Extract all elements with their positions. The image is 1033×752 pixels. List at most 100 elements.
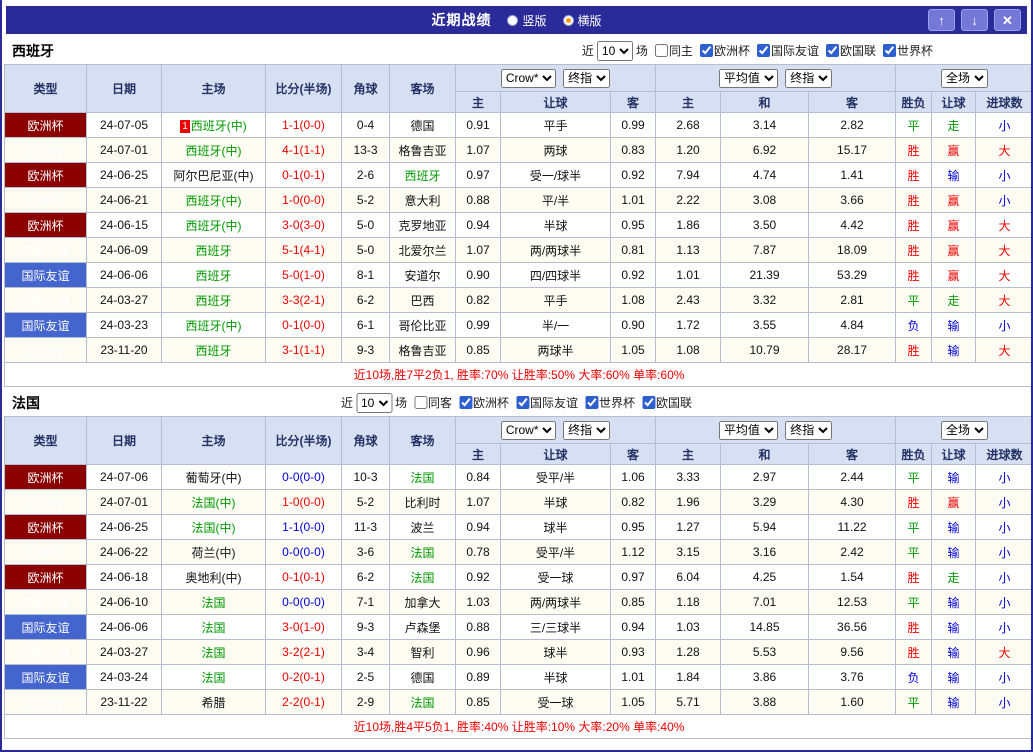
- away-team[interactable]: 格鲁吉亚: [398, 144, 446, 158]
- sub-col-euro-away: 客: [808, 443, 897, 465]
- let-result-cell: 输: [931, 664, 977, 690]
- league-input-1[interactable]: [516, 396, 530, 409]
- away-team[interactable]: 加拿大: [404, 596, 440, 610]
- league-checkbox-2[interactable]: 世界杯: [585, 394, 635, 411]
- away-team[interactable]: 波兰: [410, 521, 434, 535]
- home-team[interactable]: 法国: [201, 596, 225, 610]
- away-team[interactable]: 德国: [410, 119, 434, 133]
- home-team[interactable]: 法国(中): [192, 496, 236, 510]
- league-checkbox-0[interactable]: 欧洲杯: [458, 394, 509, 411]
- euro-draw-odds-cell: 7.87: [720, 237, 810, 263]
- away-team[interactable]: 哥伦比亚: [398, 319, 446, 333]
- score-cell: 1-0(0-0): [265, 187, 342, 213]
- away-team[interactable]: 格鲁吉亚: [398, 344, 446, 358]
- league-checkbox-0[interactable]: 欧洲杯: [699, 42, 750, 59]
- league-input-2[interactable]: [585, 396, 599, 409]
- euro-odds-source-select[interactable]: 平均值: [718, 420, 778, 440]
- same-venue-input[interactable]: [413, 396, 427, 409]
- league-input-3[interactable]: [642, 396, 656, 409]
- away-team[interactable]: 西班牙: [404, 169, 440, 183]
- away-team[interactable]: 智利: [410, 646, 434, 660]
- euro-draw-odds-cell: 3.86: [720, 664, 810, 690]
- scope-select[interactable]: 全场: [941, 68, 989, 88]
- home-team[interactable]: 西班牙(中): [186, 219, 242, 233]
- layout-vertical-radio[interactable]: 竖版: [507, 12, 547, 29]
- league-checkbox-1[interactable]: 国际友谊: [756, 42, 819, 59]
- scope-select[interactable]: 全场: [941, 420, 989, 440]
- league-input-2[interactable]: [825, 44, 839, 57]
- result-cell: 负: [895, 664, 933, 690]
- asia-odds-source-select[interactable]: Crow*: [500, 68, 556, 88]
- home-team[interactable]: 希腊: [201, 696, 225, 710]
- away-team[interactable]: 法国: [410, 546, 434, 560]
- league-checkbox-1[interactable]: 国际友谊: [516, 394, 578, 411]
- away-team[interactable]: 卢森堡: [404, 621, 440, 635]
- scroll-down-button[interactable]: ↓: [961, 9, 988, 31]
- league-checkbox-3[interactable]: 世界杯: [882, 42, 933, 59]
- league-input-0[interactable]: [458, 396, 472, 409]
- home-team[interactable]: 法国: [201, 621, 225, 635]
- euro-odds-time-select[interactable]: 终指: [785, 68, 833, 88]
- league-input-1[interactable]: [756, 44, 770, 57]
- home-team[interactable]: 葡萄牙(中): [186, 471, 242, 485]
- league-input-0[interactable]: [699, 44, 713, 57]
- asia-odds-time-select[interactable]: 终指: [563, 68, 611, 88]
- games-label: 场: [635, 44, 648, 58]
- away-team[interactable]: 法国: [410, 571, 434, 585]
- away-team[interactable]: 北爱尔兰: [398, 244, 446, 258]
- away-team[interactable]: 意大利: [404, 194, 440, 208]
- score-text: 1-1(0-0): [282, 520, 325, 534]
- sub-col-handicap: 让球: [500, 443, 611, 465]
- goals-text: 大: [998, 143, 1011, 158]
- asia-odds-source-select[interactable]: Crow*: [500, 420, 556, 440]
- home-team[interactable]: 西班牙: [195, 269, 231, 283]
- match-count-select[interactable]: 10: [596, 40, 633, 61]
- league-input-3[interactable]: [882, 44, 896, 57]
- scroll-up-button[interactable]: ↑: [928, 9, 955, 31]
- home-team[interactable]: 西班牙: [195, 344, 231, 358]
- away-team[interactable]: 法国: [410, 471, 434, 485]
- asia-odds-time-select[interactable]: 终指: [563, 420, 611, 440]
- league-checkbox-3[interactable]: 欧国联: [642, 394, 692, 411]
- same-venue-checkbox[interactable]: 同主: [654, 42, 693, 59]
- home-team[interactable]: 法国(中): [192, 521, 236, 535]
- home-team[interactable]: 西班牙(中): [186, 144, 242, 158]
- away-team[interactable]: 比利时: [404, 496, 440, 510]
- home-team[interactable]: 西班牙(中): [186, 194, 242, 208]
- euro-odds-source-select[interactable]: 平均值: [718, 68, 778, 88]
- home-team[interactable]: 阿尔巴尼亚(中): [174, 169, 254, 183]
- away-team[interactable]: 德国: [410, 671, 434, 685]
- away-team[interactable]: 安道尔: [404, 269, 440, 283]
- euro-away-odds-cell: 2.82: [808, 112, 897, 138]
- league-checkbox-2[interactable]: 欧国联: [825, 42, 876, 59]
- home-team[interactable]: 西班牙: [195, 244, 231, 258]
- result-cell: 胜: [895, 639, 933, 665]
- home-team[interactable]: 西班牙(中): [191, 119, 247, 133]
- away-team[interactable]: 法国: [410, 696, 434, 710]
- same-venue-checkbox[interactable]: 同客: [413, 394, 452, 411]
- away-team[interactable]: 克罗地亚: [398, 219, 446, 233]
- close-button[interactable]: ✕: [994, 9, 1021, 31]
- league-label-0: 欧洲杯: [713, 44, 750, 58]
- goals-cell: 小: [975, 187, 1031, 213]
- home-team[interactable]: 法国: [201, 671, 225, 685]
- home-team[interactable]: 奥地利(中): [186, 571, 242, 585]
- competition-cell: 欧洲杯: [4, 112, 87, 138]
- results-body: 欧洲杯 24-07-06 葡萄牙(中) 0-0(0-0) 10-3 法国 0.8…: [4, 464, 1031, 715]
- euro-home-odds-cell: 1.20: [655, 137, 722, 163]
- euro-odds-time-select[interactable]: 终指: [785, 420, 833, 440]
- same-venue-input[interactable]: [654, 44, 668, 57]
- home-team[interactable]: 西班牙(中): [186, 319, 242, 333]
- score-cell: 5-0(1-0): [265, 262, 342, 288]
- away-cell: 格鲁吉亚: [389, 137, 456, 163]
- euro-draw-odds-cell: 6.92: [720, 137, 810, 163]
- result-cell: 胜: [895, 564, 933, 590]
- layout-horizontal-radio[interactable]: 横版: [562, 12, 602, 29]
- home-team[interactable]: 西班牙: [195, 294, 231, 308]
- score-cell: 5-1(4-1): [265, 237, 342, 263]
- home-team[interactable]: 法国: [201, 646, 225, 660]
- score-cell: 2-2(0-1): [265, 689, 342, 715]
- home-team[interactable]: 荷兰(中): [192, 546, 236, 560]
- match-count-select[interactable]: 10: [355, 392, 392, 413]
- away-team[interactable]: 巴西: [410, 294, 434, 308]
